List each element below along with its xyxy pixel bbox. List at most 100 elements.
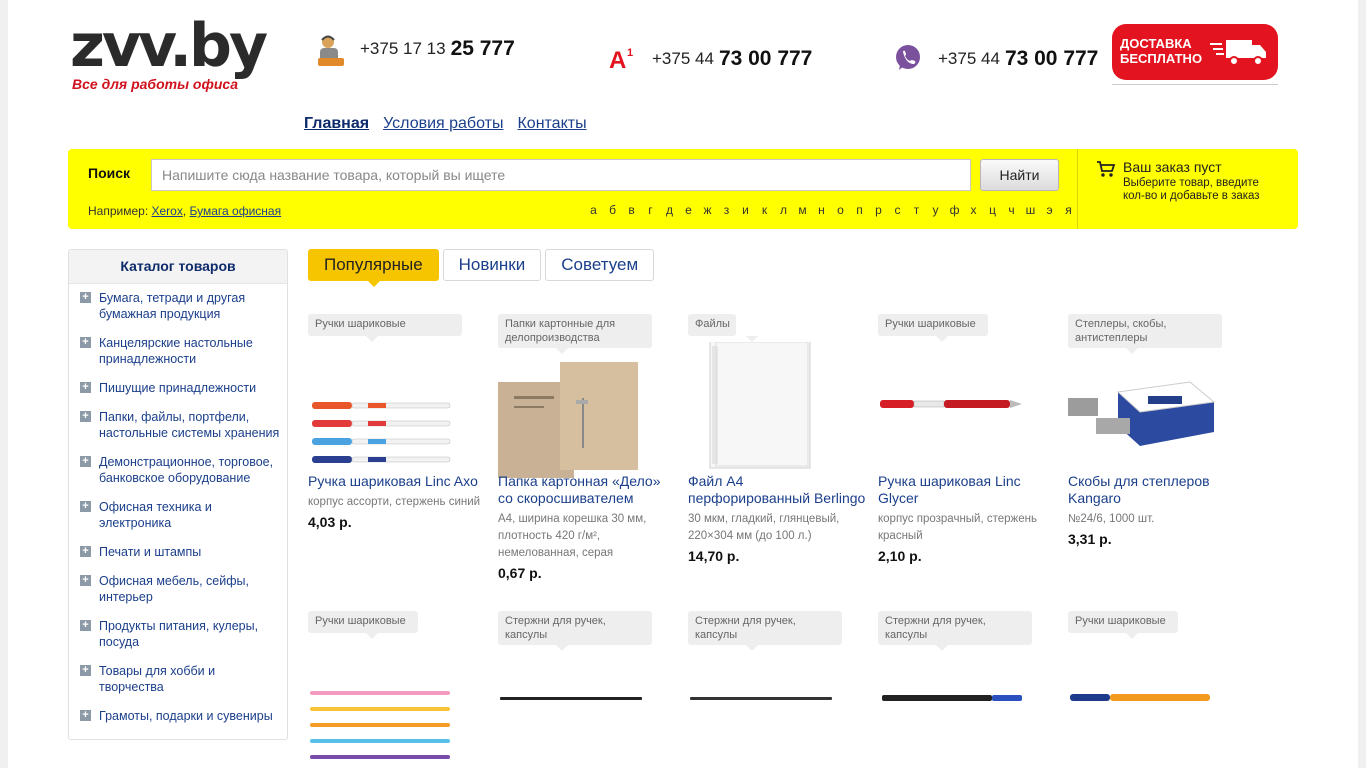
catalog-item-label: Офисная техника и электроника [99,500,212,530]
product-image[interactable] [1068,639,1228,768]
alphabet-letter[interactable]: р [869,203,888,217]
product-price: 3,31 р. [1068,531,1112,547]
product-name[interactable]: Файл А4 перфорированный Berlingo [688,473,868,507]
catalog-item-label: Бумага, тетради и другая бумажная продук… [99,291,246,321]
alphabet-letter[interactable]: з [717,203,736,217]
alphabet-letter[interactable]: о [831,203,850,217]
alphabet-letter[interactable]: и [736,203,755,217]
example-link-paper[interactable]: Бумага офисная [190,204,282,218]
alphabet-letter[interactable]: н [812,203,831,217]
expand-plus-icon[interactable]: + [80,620,91,631]
catalog-item-label: Канцелярские настольные принадлежности [99,336,253,366]
product-name[interactable]: Ручка шариковая Linc Glycer [878,473,1058,507]
expand-plus-icon[interactable]: + [80,456,91,467]
alphabet-letter[interactable]: а [584,203,603,217]
product-category[interactable]: Файлы [688,314,758,342]
alphabet-letter[interactable]: э [1040,203,1059,217]
catalog-list: + Бумага, тетради и другая бумажная проду… [69,284,287,724]
expand-plus-icon[interactable]: + [80,665,91,676]
alphabet-index: абвгдежзиклмнопрстуфхцчшэя [584,203,1078,217]
expand-plus-icon[interactable]: + [80,337,91,348]
alphabet-letter[interactable]: к [755,203,774,217]
tab-popular[interactable]: Популярные [308,249,439,287]
alphabet-letter[interactable]: т [907,203,926,217]
catalog-item[interactable]: + Папки, файлы, портфели, настольные сист… [69,409,287,441]
tab-recommended[interactable]: Советуем [545,249,655,281]
alphabet-letter[interactable]: х [964,203,983,217]
phone-number[interactable]: 73 00 777 [1005,47,1098,71]
expand-plus-icon[interactable]: + [80,546,91,557]
catalog-item[interactable]: + Бумага, тетради и другая бумажная проду… [69,290,287,322]
expand-plus-icon[interactable]: + [80,575,91,586]
catalog-item[interactable]: + Канцелярские настольные принадлежности [69,335,287,367]
phone-prefix: +375 44 [938,49,1000,68]
viber-icon [894,44,924,74]
nav-terms[interactable]: Условия работы [383,115,503,133]
catalog-item[interactable]: + Печати и штампы [69,544,287,560]
product-image[interactable] [308,639,468,768]
nav-contacts[interactable]: Контакты [517,115,586,133]
expand-plus-icon[interactable]: + [80,382,91,393]
alphabet-letter[interactable]: ц [983,203,1002,217]
svg-text:1: 1 [627,47,633,59]
product-image[interactable] [308,342,468,482]
alphabet-letter[interactable]: д [660,203,679,217]
product-image[interactable] [498,342,658,482]
catalog-item[interactable]: + Офисная техника и электроника [69,499,287,531]
a1-icon: A 1 [608,44,638,74]
truck-icon [1210,36,1268,71]
alphabet-letter[interactable]: ф [945,203,964,217]
product-description: А4, ширина корешка 30 мм, плотность 420 … [498,513,647,559]
product-image[interactable] [878,342,1038,482]
catalog-item[interactable]: + Офисная мебель, сейфы, интерьер [69,573,287,605]
product-name[interactable]: Скобы для степлеров Kangaro [1068,473,1248,507]
product-category[interactable]: Ручки шариковые [878,314,988,342]
example-link-xerox[interactable]: Xerox [152,204,183,218]
phone-a1: A 1 +375 44 73 00 777 [608,44,812,74]
catalog-item[interactable]: + Пишущие принадлежности [69,380,287,396]
expand-plus-icon[interactable]: + [80,710,91,721]
site-logo[interactable]: zvv.by Все для работы офиса [70,14,268,92]
alphabet-letter[interactable]: м [793,203,812,217]
alphabet-letter[interactable]: ж [698,203,717,217]
nav-home[interactable]: Главная [304,115,369,133]
alphabet-letter[interactable]: у [926,203,945,217]
expand-plus-icon[interactable]: + [80,411,91,422]
expand-plus-icon[interactable]: + [80,501,91,512]
alphabet-letter[interactable]: я [1059,203,1078,217]
alphabet-letter[interactable]: е [679,203,698,217]
product-image[interactable] [878,639,1038,768]
search-input[interactable] [151,159,971,191]
alphabet-letter[interactable]: с [888,203,907,217]
catalog-item[interactable]: + Товары для хобби и творчества [69,663,287,695]
product-category[interactable]: Ручки шариковые [308,611,418,639]
phone-prefix: +375 44 [652,49,714,68]
alphabet-letter[interactable]: в [622,203,641,217]
alphabet-letter[interactable]: л [774,203,793,217]
free-delivery-banner[interactable]: ДОСТАВКА БЕСПЛАТНО [1112,24,1278,80]
alphabet-letter[interactable]: ч [1002,203,1021,217]
alphabet-letter[interactable]: г [641,203,660,217]
alphabet-letter[interactable]: б [603,203,622,217]
catalog-item[interactable]: + Грамоты, подарки и сувениры [69,708,287,724]
search-label: Поиск [88,165,131,181]
phone-number[interactable]: 25 777 [451,37,515,61]
catalog-item[interactable]: + Демонстрационное, торговое, банковское … [69,454,287,486]
product-category[interactable]: Ручки шариковые [1068,611,1178,639]
catalog-item-label: Печати и штампы [99,545,202,559]
search-button[interactable]: Найти [980,159,1059,191]
expand-plus-icon[interactable]: + [80,292,91,303]
product-name[interactable]: Папка картонная «Дело» со скоросшивателе… [498,473,678,507]
tab-new[interactable]: Новинки [442,249,542,281]
catalog-item[interactable]: + Продукты питания, кулеры, посуда [69,618,287,650]
product-image[interactable] [688,639,848,768]
product-name[interactable]: Ручка шариковая Linc Axo [308,473,488,490]
product-image[interactable] [688,342,848,482]
alphabet-letter[interactable]: ш [1021,203,1040,217]
phone-number[interactable]: 73 00 777 [719,47,812,71]
product-category[interactable]: Ручки шариковые [308,314,462,342]
alphabet-letter[interactable]: п [850,203,869,217]
phone-city: +375 17 13 25 777 [316,34,515,66]
product-image[interactable] [1068,342,1228,482]
product-image[interactable] [498,639,658,768]
